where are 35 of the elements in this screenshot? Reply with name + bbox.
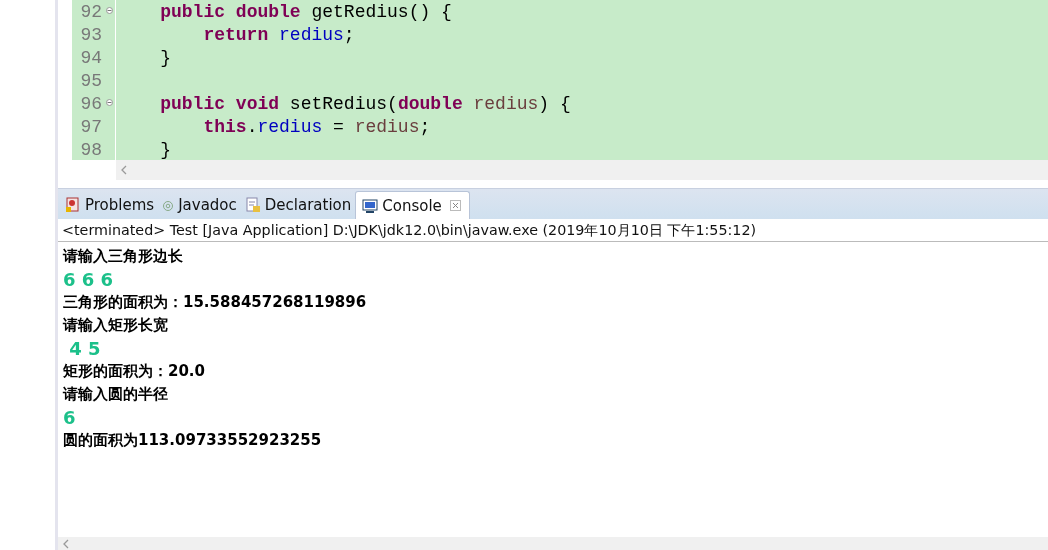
code-line: } [159, 47, 171, 68]
line-number: 92 [80, 1, 102, 22]
collapse-icon[interactable] [106, 7, 113, 14]
code-line: } [159, 139, 171, 160]
input-text: 4 5 [68, 337, 102, 360]
close-icon[interactable] [449, 200, 461, 211]
code-line: public void setRedius(double redius) { [159, 93, 571, 114]
output-text: 请输入矩形长宽 [63, 315, 169, 336]
tab[interactable]: Problems [61, 191, 159, 219]
scroll-left-icon[interactable] [120, 165, 128, 175]
monitor-icon [362, 197, 379, 214]
tab[interactable]: Javadoc [158, 191, 241, 219]
output-text: 三角形的面积为：15.588457268119896 [63, 292, 368, 313]
tab[interactable]: Console [355, 191, 470, 219]
collapse-icon[interactable] [106, 99, 113, 106]
output-text: 圆的面积为113.09733552923255 [63, 430, 323, 451]
line-number: 97 [80, 116, 102, 137]
output-text: 请输入圆的半径 [63, 384, 169, 405]
input-text: 6 [63, 406, 77, 429]
line-number: 94 [80, 47, 102, 68]
scroll-left-icon[interactable] [62, 538, 70, 549]
output-text: 矩形的面积为：20.0 [63, 361, 206, 382]
problems-icon [65, 197, 81, 213]
line-number: 96 [80, 93, 102, 114]
code-line: public double getRedius() { [159, 1, 452, 22]
tab[interactable]: Declaration [240, 191, 356, 219]
code-line: return redius; [202, 24, 355, 45]
line-number: 95 [80, 70, 102, 91]
line-number: 93 [80, 24, 102, 45]
code-line: this.redius = redius; [202, 116, 431, 137]
line-number: 98 [80, 139, 102, 160]
output-text: 请输入三角形边长 [63, 246, 184, 267]
console-header: <terminated> Test [Java Application] D:\JDK\jdk12.0\bin\javaw.exe (2019年10月10日 下午1:55:12) [62, 220, 757, 240]
document-icon [244, 197, 261, 213]
input-text: 6 6 6 [63, 268, 115, 291]
